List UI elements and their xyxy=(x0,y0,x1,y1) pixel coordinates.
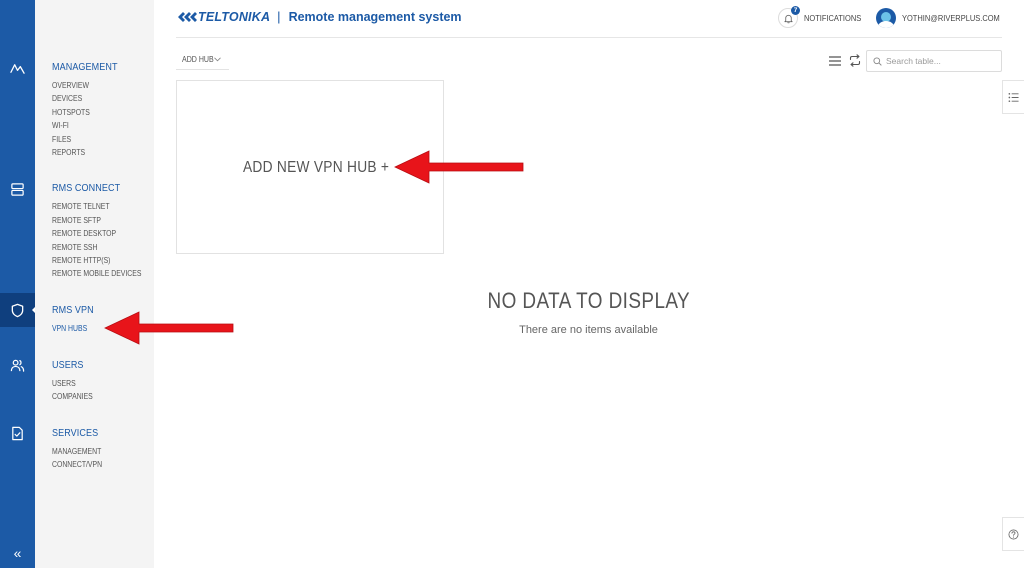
notifications-button[interactable]: 7 NOTIFICATIONS xyxy=(778,6,869,28)
rail-users-button[interactable] xyxy=(0,348,35,382)
double-chevron-left-icon: « xyxy=(13,545,22,561)
nav-item-remote-ssh[interactable]: REMOTE SSH xyxy=(52,243,97,252)
nav-item-users[interactable]: USERS xyxy=(52,379,76,388)
teltonika-logo-icon xyxy=(178,11,197,22)
search-box xyxy=(866,50,1002,72)
nav-item-remote-desktop[interactable]: REMOTE DESKTOP xyxy=(52,229,116,238)
annotation-arrow-nav xyxy=(104,311,234,345)
app-window: « MANAGEMENT OVERVIEW DEVICES HOTSPOTS W… xyxy=(0,0,1024,568)
search-icon xyxy=(873,56,882,66)
search-input[interactable] xyxy=(886,56,996,66)
nav-item-hotspots[interactable]: HOTSPOTS xyxy=(52,108,90,117)
add-hub-label: ADD HUB xyxy=(182,55,214,64)
logo[interactable]: TELTONIKA | Remote management system xyxy=(176,9,462,24)
nav-item-files[interactable]: FILES xyxy=(52,135,71,144)
help-tab[interactable] xyxy=(1002,517,1024,551)
nav-item-devices[interactable]: DEVICES xyxy=(52,94,82,103)
nav-section-services[interactable]: SERVICES xyxy=(52,427,98,439)
chevron-down-icon xyxy=(214,57,221,62)
user-email: YOTHIN@RIVERPLUS.COM xyxy=(902,13,1000,23)
system-title: Remote management system xyxy=(288,9,462,24)
annotation-arrow-card xyxy=(394,150,524,184)
collapse-sidebar-button[interactable]: « xyxy=(0,536,35,568)
icon-rail: « xyxy=(0,0,36,568)
title-separator: | xyxy=(277,9,281,24)
nav-item-overview[interactable]: OVERVIEW xyxy=(52,81,89,90)
nav-item-remote-mobile-devices[interactable]: REMOTE MOBILE DEVICES xyxy=(52,269,141,278)
brand-name: TELTONIKA xyxy=(198,9,271,24)
notification-count-badge: 7 xyxy=(791,6,800,15)
nav-item-wifi[interactable]: WI-FI xyxy=(52,121,69,130)
rail-rms-connect-button[interactable] xyxy=(0,172,35,206)
nav-section-management[interactable]: MANAGEMENT xyxy=(52,61,118,73)
sidebar-nav: MANAGEMENT OVERVIEW DEVICES HOTSPOTS WI-… xyxy=(35,0,154,568)
avatar xyxy=(876,8,896,28)
nav-item-remote-telnet[interactable]: REMOTE TELNET xyxy=(52,202,110,211)
nav-item-remote-https[interactable]: REMOTE HTTP(S) xyxy=(52,256,110,265)
empty-state-title-text: NO DATA TO DISPLAY xyxy=(487,288,690,313)
nav-item-services-management[interactable]: MANAGEMENT xyxy=(52,447,101,456)
server-icon xyxy=(11,182,24,196)
nav-section-users[interactable]: USERS xyxy=(52,359,84,371)
add-hub-dropdown[interactable]: ADD HUB xyxy=(176,50,229,70)
users-icon xyxy=(10,359,25,372)
add-new-vpn-hub-label: ADD NEW VPN HUB + xyxy=(243,159,390,176)
column-settings-tab[interactable] xyxy=(1002,80,1024,114)
refresh-icon[interactable] xyxy=(849,54,861,67)
notifications-label: NOTIFICATIONS xyxy=(804,13,862,23)
user-menu-button[interactable]: YOTHIN@RIVERPLUS.COM xyxy=(876,8,1013,28)
nav-item-companies[interactable]: COMPANIES xyxy=(52,392,93,401)
top-header: TELTONIKA | Remote management system 7 N… xyxy=(176,0,1002,38)
list-view-icon[interactable] xyxy=(829,56,841,66)
bell-icon: 7 xyxy=(778,6,800,28)
list-bullets-icon xyxy=(1008,92,1019,102)
file-check-icon xyxy=(12,426,23,440)
rail-services-button[interactable] xyxy=(0,416,35,450)
nav-item-remote-sftp[interactable]: REMOTE SFTP xyxy=(52,216,101,225)
nav-item-connect-vpn[interactable]: CONNECT/VPN xyxy=(52,460,102,469)
nav-section-rms-connect[interactable]: RMS CONNECT xyxy=(52,182,120,194)
activity-icon xyxy=(10,63,25,74)
empty-state-subtitle-text: There are no items available xyxy=(519,324,658,336)
help-icon xyxy=(1008,529,1019,539)
nav-item-reports[interactable]: REPORTS xyxy=(52,148,85,157)
rail-management-button[interactable] xyxy=(0,51,35,85)
